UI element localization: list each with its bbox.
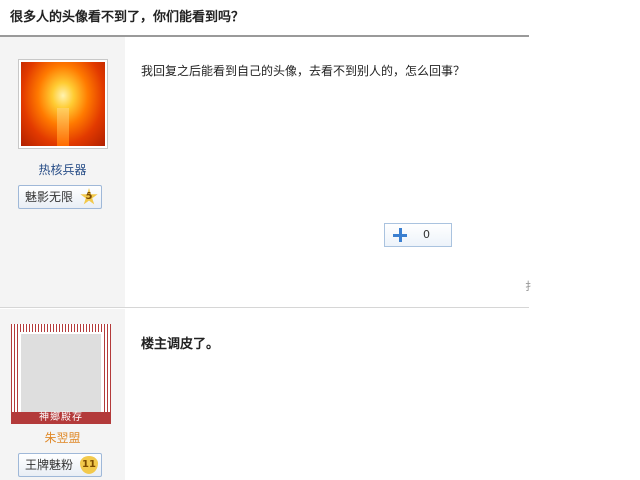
- thread-title: 很多人的头像看不到了，你们能看到吗？: [10, 10, 245, 25]
- rank-badge[interactable]: 魅影无限 5: [18, 185, 102, 209]
- plus-one-button[interactable]: 0: [384, 223, 452, 247]
- avatar[interactable]: [18, 59, 108, 149]
- rank-badge-label: 魅影无限: [25, 190, 74, 204]
- post-content: 我回复之后能看到自己的头像，去看不到别人的，怎么回事？ 0: [125, 37, 529, 307]
- star-level-icon: 5: [80, 188, 98, 205]
- post-body-text: 楼主调皮了。: [141, 337, 220, 352]
- post-divider: [0, 307, 529, 308]
- post-2: 神鄉殿存 朱翌盟 王牌魅粉 11 楼主调皮了。: [0, 309, 529, 480]
- post-body-text: 我回复之后能看到自己的头像，去看不到别人的，怎么回事？: [141, 64, 466, 78]
- post-content: 楼主调皮了。: [125, 309, 529, 480]
- avatar-caption: 神鄉殿存: [11, 412, 111, 424]
- avatar-image: [21, 334, 101, 412]
- rank-badge[interactable]: 王牌魅粉 11: [18, 453, 102, 477]
- username-link[interactable]: 朱翌盟: [0, 429, 125, 446]
- avatar-image: [21, 62, 105, 146]
- post-author-sidebar: 热核兵器 魅影无限 5: [0, 37, 125, 307]
- heart-level-icon: 11: [80, 456, 98, 474]
- rank-badge-label: 王牌魅粉: [25, 458, 74, 472]
- plus-count: 0: [423, 228, 430, 241]
- username-link[interactable]: 热核兵器: [0, 161, 125, 178]
- post-1: 热核兵器 魅影无限 5 我回复之后能看到自己的头像，去看不到别人的，怎么回事？ …: [0, 37, 529, 307]
- cut-off-text: 扌: [525, 280, 536, 293]
- plus-icon: [393, 228, 407, 242]
- post-author-sidebar: 神鄉殿存 朱翌盟 王牌魅粉 11: [0, 309, 125, 480]
- avatar[interactable]: 神鄉殿存: [11, 324, 111, 424]
